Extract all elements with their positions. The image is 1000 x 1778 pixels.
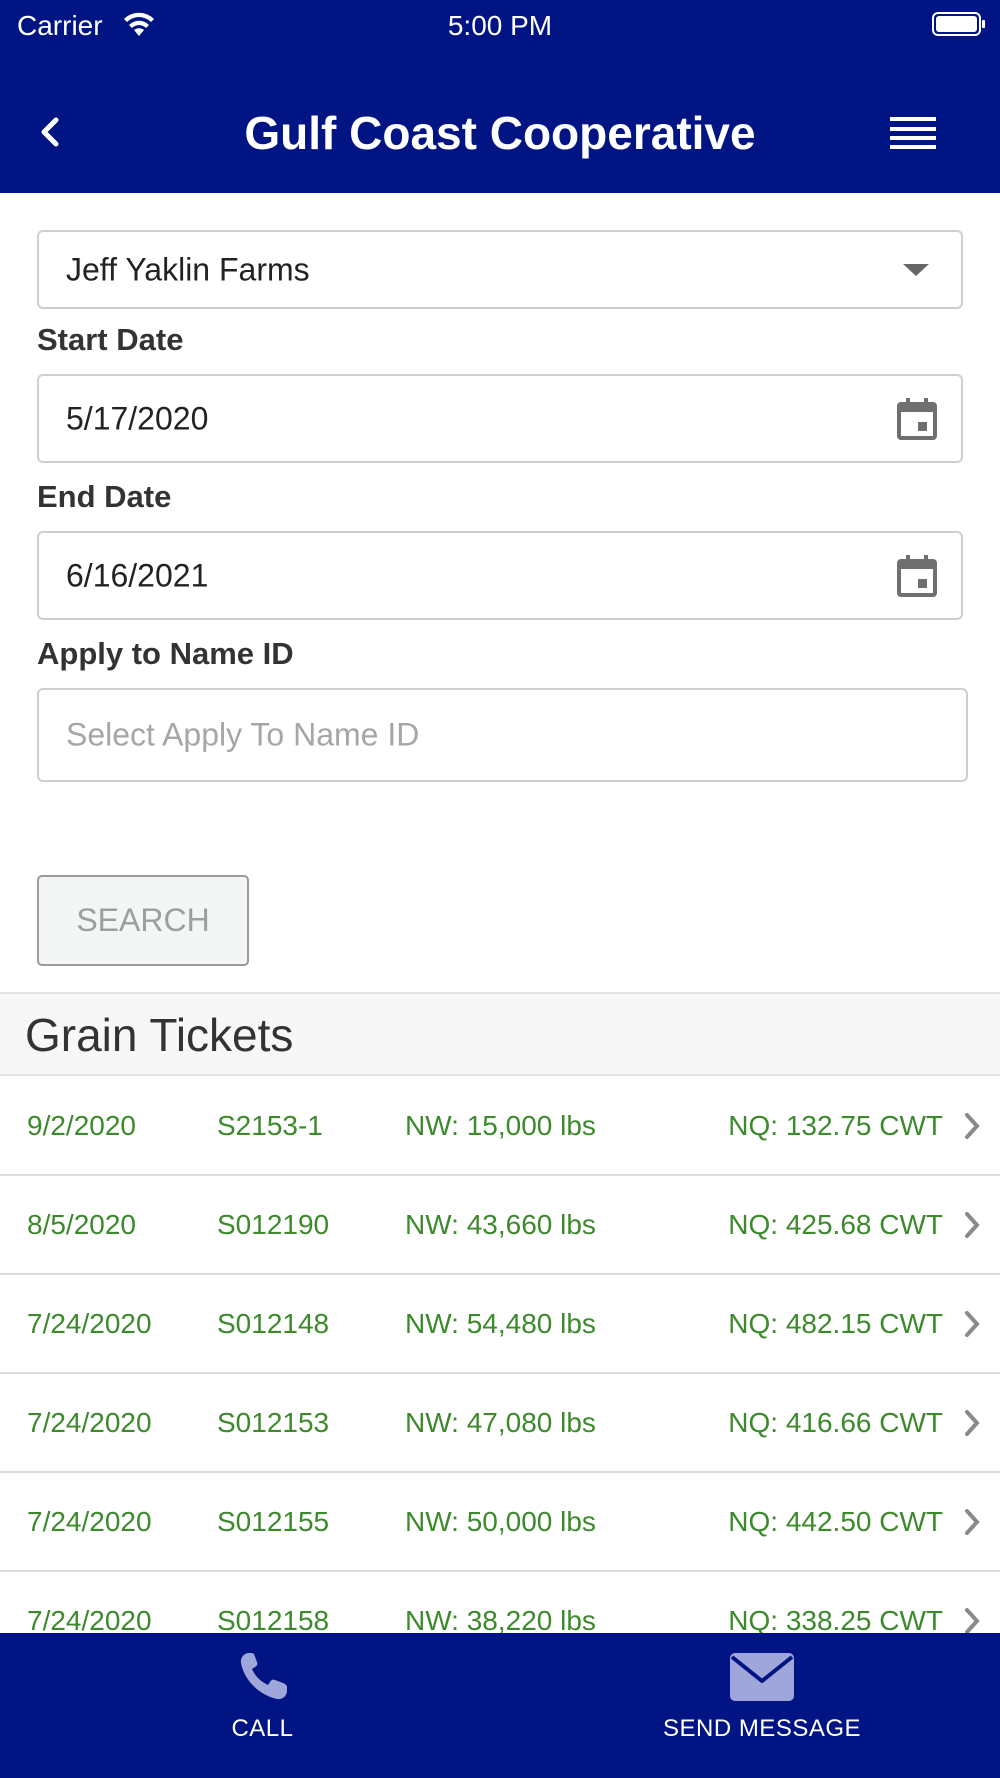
end-date-label: End Date bbox=[37, 479, 172, 514]
ticket-net-quantity: NQ: 338.25 CWT bbox=[728, 1604, 943, 1636]
end-date-field[interactable]: 6/16/2021 bbox=[37, 531, 963, 620]
ticket-net-quantity: NQ: 132.75 CWT bbox=[728, 1109, 943, 1141]
call-button[interactable]: CALL bbox=[190, 1633, 335, 1778]
dropdown-arrow-icon bbox=[903, 263, 929, 276]
ticket-row[interactable]: 7/24/2020 S012148 NW: 54,480 lbs NQ: 482… bbox=[0, 1275, 1000, 1374]
start-date-value: 5/17/2020 bbox=[66, 400, 209, 436]
end-date-value: 6/16/2021 bbox=[66, 557, 209, 593]
start-date-field[interactable]: 5/17/2020 bbox=[37, 374, 963, 463]
ticket-date: 7/24/2020 bbox=[27, 1604, 152, 1636]
apply-to-name-id-placeholder: Select Apply To Name ID bbox=[66, 716, 420, 753]
ticket-net-weight: NW: 43,660 lbs bbox=[405, 1208, 596, 1240]
grain-ticket-list: 9/2/2020 S2153-1 NW: 15,000 lbs NQ: 132.… bbox=[0, 1077, 1000, 1671]
chevron-right-icon bbox=[965, 1310, 980, 1337]
status-bar: Carrier 5:00 PM bbox=[0, 0, 1000, 50]
phone-icon bbox=[240, 1653, 287, 1700]
ticket-net-quantity: NQ: 416.66 CWT bbox=[728, 1406, 943, 1438]
search-button[interactable]: SEARCH bbox=[37, 875, 249, 966]
ticket-number: S2153-1 bbox=[217, 1109, 323, 1141]
account-dropdown[interactable]: Jeff Yaklin Farms bbox=[37, 230, 963, 309]
chevron-right-icon bbox=[965, 1409, 980, 1436]
ticket-number: S012190 bbox=[217, 1208, 330, 1240]
ticket-row[interactable]: 9/2/2020 S2153-1 NW: 15,000 lbs NQ: 132.… bbox=[0, 1077, 1000, 1176]
bottom-action-bar: CALL SEND MESSAGE bbox=[0, 1633, 1000, 1778]
calendar-icon[interactable] bbox=[897, 397, 937, 440]
ticket-number: S012155 bbox=[217, 1505, 330, 1537]
send-message-label: SEND MESSAGE bbox=[662, 1715, 862, 1742]
ticket-date: 7/24/2020 bbox=[27, 1406, 152, 1438]
grain-tickets-header: Grain Tickets bbox=[0, 992, 1000, 1076]
status-time: 5:00 PM bbox=[447, 10, 553, 41]
ticket-net-weight: NW: 15,000 lbs bbox=[405, 1109, 596, 1141]
apply-to-name-id-field[interactable]: Select Apply To Name ID bbox=[37, 688, 968, 782]
start-date-label: Start Date bbox=[37, 322, 184, 357]
grain-tickets-title: Grain Tickets bbox=[25, 1009, 294, 1061]
ticket-date: 9/2/2020 bbox=[27, 1109, 136, 1141]
ticket-net-weight: NW: 47,080 lbs bbox=[405, 1406, 596, 1438]
ticket-number: S012158 bbox=[217, 1604, 330, 1636]
ticket-date: 8/5/2020 bbox=[27, 1208, 136, 1240]
apply-to-name-id-label: Apply to Name ID bbox=[37, 636, 294, 671]
ticket-net-quantity: NQ: 442.50 CWT bbox=[728, 1505, 943, 1537]
page-title: Gulf Coast Cooperative bbox=[244, 107, 756, 159]
app-header: Carrier 5:00 PM Gulf Coast Cooperative bbox=[0, 0, 1000, 193]
ticket-date: 7/24/2020 bbox=[27, 1505, 152, 1537]
chevron-right-icon bbox=[965, 1112, 980, 1139]
ticket-number: S012153 bbox=[217, 1406, 330, 1438]
chevron-right-icon bbox=[965, 1508, 980, 1535]
app-screen: Carrier 5:00 PM Gulf Coast Cooperative J… bbox=[0, 0, 1000, 1778]
ticket-row[interactable]: 7/24/2020 S012155 NW: 50,000 lbs NQ: 442… bbox=[0, 1473, 1000, 1572]
calendar-icon[interactable] bbox=[897, 554, 937, 597]
chevron-right-icon bbox=[965, 1607, 980, 1634]
ticket-date: 7/24/2020 bbox=[27, 1307, 152, 1339]
battery-icon bbox=[932, 12, 985, 36]
send-message-button[interactable]: SEND MESSAGE bbox=[640, 1633, 884, 1778]
envelope-icon bbox=[730, 1653, 794, 1701]
ticket-number: S012148 bbox=[217, 1307, 330, 1339]
account-dropdown-value: Jeff Yaklin Farms bbox=[66, 251, 310, 287]
ticket-net-weight: NW: 38,220 lbs bbox=[405, 1604, 596, 1636]
ticket-row[interactable]: 7/24/2020 S012153 NW: 47,080 lbs NQ: 416… bbox=[0, 1374, 1000, 1473]
ticket-net-quantity: NQ: 482.15 CWT bbox=[728, 1307, 943, 1339]
hamburger-menu-icon[interactable] bbox=[890, 115, 936, 151]
ticket-net-weight: NW: 50,000 lbs bbox=[405, 1505, 596, 1537]
ticket-net-quantity: NQ: 425.68 CWT bbox=[728, 1208, 943, 1240]
chevron-right-icon bbox=[965, 1211, 980, 1238]
call-label: CALL bbox=[231, 1715, 294, 1742]
ticket-net-weight: NW: 54,480 lbs bbox=[405, 1307, 596, 1339]
ticket-row[interactable]: 8/5/2020 S012190 NW: 43,660 lbs NQ: 425.… bbox=[0, 1176, 1000, 1275]
